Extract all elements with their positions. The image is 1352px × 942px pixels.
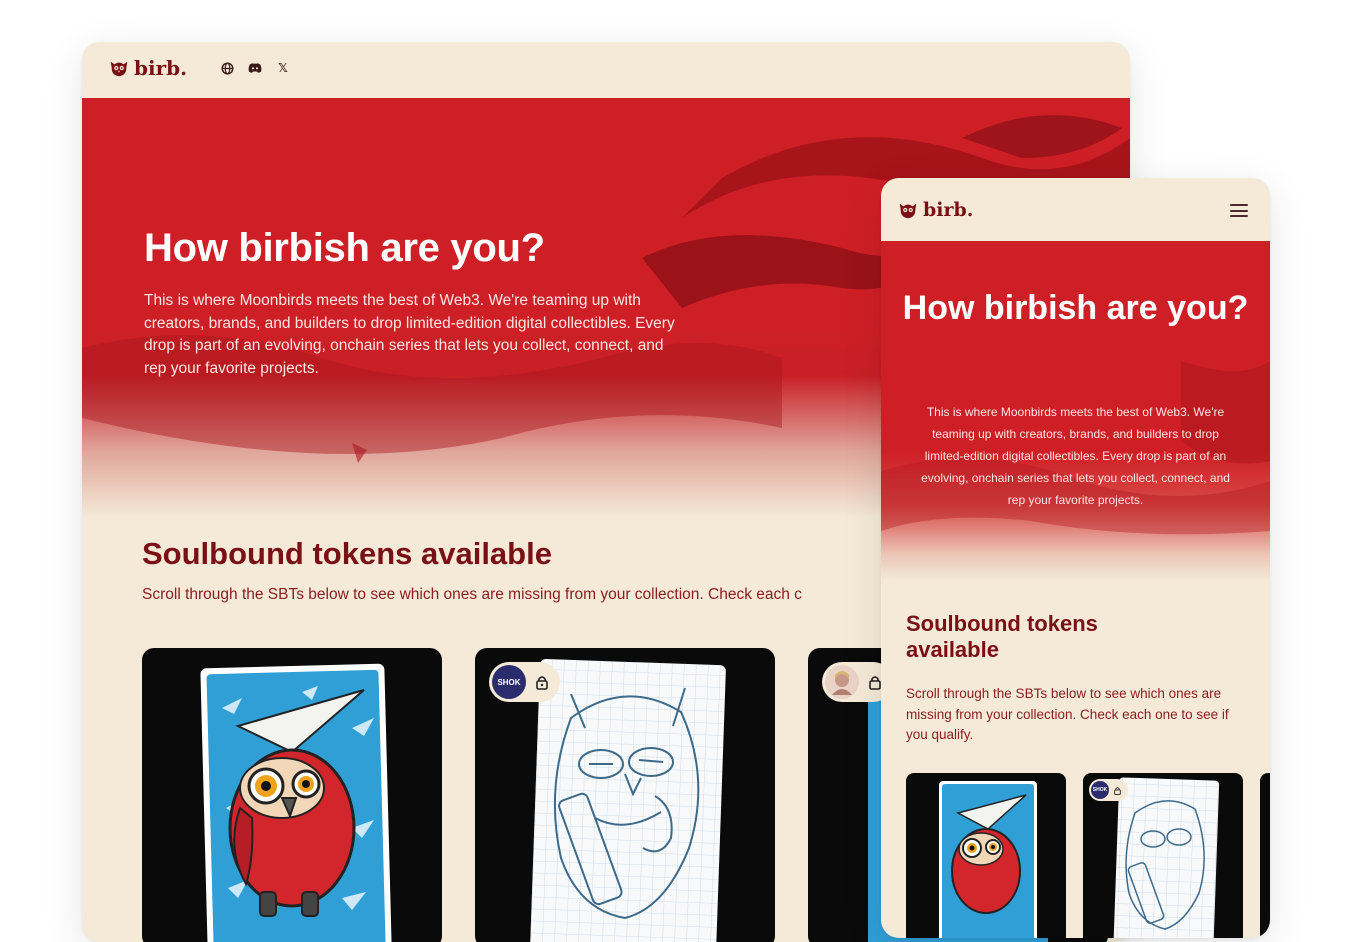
- brand-name: birb.: [923, 199, 974, 221]
- lock-icon: [536, 676, 548, 690]
- paper-plane-owl-artwork: [939, 781, 1037, 938]
- card-badge: SHOK: [1089, 779, 1128, 801]
- desktop-navbar: birb. 𝕏: [82, 42, 1130, 98]
- paper-plane-owl-artwork: [200, 663, 392, 942]
- brand-name: birb.: [134, 56, 188, 80]
- sbt-section-title: Soulbound tokens available: [142, 536, 552, 571]
- brand-logo[interactable]: birb.: [108, 56, 187, 80]
- x-icon[interactable]: 𝕏: [276, 61, 290, 75]
- sbt-card[interactable]: SHOK: [1083, 773, 1243, 938]
- mobile-navbar: birb.: [881, 178, 1270, 241]
- creator-avatar: [825, 665, 859, 699]
- card-badge: SHOK: [489, 662, 560, 702]
- hero-title: How birbish are you?: [144, 226, 545, 270]
- sbt-section-title: Soulbound tokens available: [906, 611, 1098, 662]
- social-links: 𝕏: [220, 61, 290, 75]
- hero-description: This is where Moonbirds meets the best o…: [144, 292, 675, 377]
- lock-icon: [1114, 786, 1121, 795]
- discord-icon[interactable]: [248, 61, 262, 75]
- sbt-section-description: Scroll through the SBTs below to see whi…: [142, 586, 802, 603]
- creator-avatar: SHOK: [492, 665, 526, 699]
- hamburger-menu-icon[interactable]: [1230, 204, 1248, 217]
- creator-avatar: SHOK: [1091, 781, 1109, 799]
- globe-icon[interactable]: [220, 61, 234, 75]
- hero-title: How birbish are you?: [902, 289, 1249, 327]
- mobile-hero: How birbish are you? This is where Moonb…: [881, 241, 1270, 581]
- brand-logo[interactable]: birb.: [897, 199, 973, 221]
- sbt-card[interactable]: [906, 773, 1066, 938]
- owl-face-icon: [110, 61, 128, 77]
- owl-face-icon: [899, 203, 917, 219]
- sbt-card[interactable]: [1260, 773, 1270, 938]
- hero-description: This is where Moonbirds meets the best o…: [921, 405, 1230, 507]
- sbt-card[interactable]: [142, 648, 442, 942]
- sbt-card[interactable]: SHOK: [475, 648, 775, 942]
- sbt-section-description: Scroll through the SBTs below to see whi…: [906, 686, 1229, 742]
- mobile-preview-frame: birb. How birbish are you? This is where…: [881, 178, 1270, 938]
